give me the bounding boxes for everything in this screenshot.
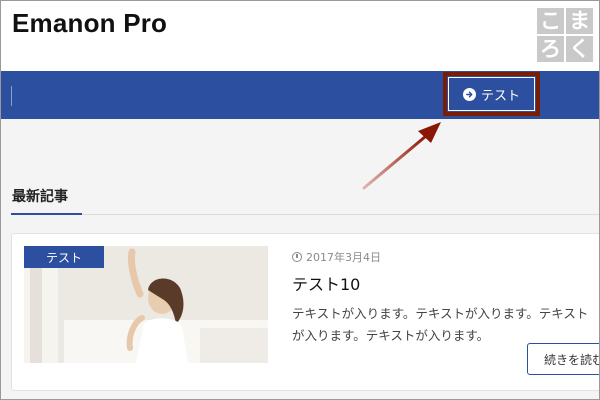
komaroku-logo: こ ま ろ く <box>537 8 593 62</box>
read-more-button[interactable]: 続きを読む <box>527 343 600 375</box>
nav-divider <box>11 86 12 106</box>
section-underline <box>11 213 82 215</box>
post-excerpt: テキストが入ります。テキストが入ります。テキストが入ります。テキストが入ります。 <box>292 306 589 343</box>
nav-item-test[interactable]: テスト <box>448 77 535 111</box>
logo-char: く <box>566 36 593 62</box>
logo-char: こ <box>537 8 564 34</box>
logo-char: ろ <box>537 36 564 62</box>
post-date-text: 2017年3月4日 <box>306 251 381 264</box>
section-title: 最新記事 <box>12 189 68 205</box>
nav-item-label: テスト <box>480 88 520 104</box>
post-date: 2017年3月4日 <box>292 249 381 265</box>
clock-icon <box>292 252 302 262</box>
post-title[interactable]: テスト10 <box>292 271 360 295</box>
circle-arrow-right-icon <box>462 87 476 101</box>
site-header: Emanon Pro こ ま ろ く <box>0 0 600 71</box>
category-label[interactable]: テスト <box>24 246 104 268</box>
section-divider <box>82 214 600 215</box>
site-title[interactable]: Emanon Pro <box>12 8 167 39</box>
logo-char: ま <box>566 8 593 34</box>
